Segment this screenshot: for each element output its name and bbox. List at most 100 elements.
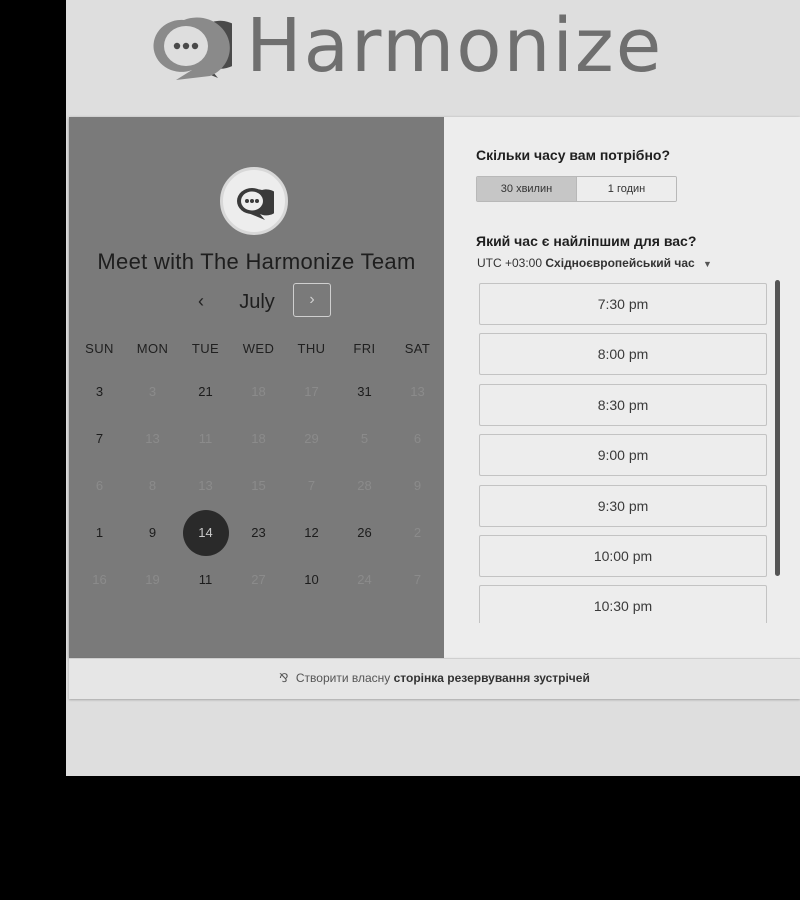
calendar-day[interactable]: 10 <box>285 556 338 603</box>
calendar-day-number: 3 <box>148 384 157 399</box>
calendar-day: 5 <box>338 415 391 462</box>
calendar-grid: 3 3 21 18 17 31 13 7 13 11 18 29 5 6 6 8 13 15 7 28 9 1 9 14 23 1… <box>73 368 444 603</box>
weekday-label: MON <box>136 341 169 356</box>
weekday-header: SUN MON TUE WED THU FRI SAT <box>73 341 444 356</box>
calendar-day[interactable]: 9 <box>126 509 179 556</box>
time-slot-button[interactable]: 7:30 pm <box>479 283 767 325</box>
calendar-day-number: 27 <box>251 572 266 587</box>
calendar-day: 8 <box>126 462 179 509</box>
calendar-week: 1 9 14 23 12 26 2 <box>73 509 444 556</box>
calendar-day-number: 9 <box>148 525 157 540</box>
calendar-day-number: 2 <box>413 525 422 540</box>
weekday-label: THU <box>297 341 326 356</box>
calendar-day: 19 <box>126 556 179 603</box>
caret-down-icon: ▼ <box>703 259 712 269</box>
calendar-day-number: 1 <box>95 525 104 540</box>
calendar-day: 24 <box>338 556 391 603</box>
calendar-day[interactable]: 26 <box>338 509 391 556</box>
calendar-day-number: 31 <box>357 384 372 399</box>
calendar-day-number: 11 <box>198 431 213 446</box>
calendar-day[interactable]: 11 <box>179 556 232 603</box>
calendar-week: 6 8 13 15 7 28 9 <box>73 462 444 509</box>
calendar-day-number: 7 <box>413 572 422 587</box>
footer-link[interactable]: сторінка резервування зустрічей <box>394 671 590 685</box>
calendar-day-number: 21 <box>198 384 213 399</box>
time-slot-button[interactable]: 10:30 pm <box>479 585 767 623</box>
weekday-label: FRI <box>353 341 376 356</box>
calendar-day[interactable]: 23 <box>232 509 285 556</box>
duration-question: Скільки часу вам потрібно? <box>476 147 671 163</box>
calendar-day: 6 <box>73 462 126 509</box>
calendar-week: 7 13 11 18 29 5 6 <box>73 415 444 462</box>
duration-30-min-button[interactable]: 30 хвилин <box>477 177 577 201</box>
calendar-day: 28 <box>338 462 391 509</box>
time-slot-button[interactable]: 8:30 pm <box>479 383 767 426</box>
calendar-day-number: 24 <box>357 572 372 587</box>
time-slot-list: 7:30 pm 8:00 pm 8:30 pm 9:00 pm 9:30 pm 10:00… <box>479 283 770 623</box>
calendar-day: 13 <box>391 368 444 415</box>
calendar-day-number: 26 <box>357 525 372 540</box>
booking-card: Meet with The Harmonize Team ‹ July › SU… <box>69 117 800 658</box>
footer-banner[interactable]: ⅋ Створити власну сторінка резервування … <box>69 658 800 699</box>
calendar-day-number: 18 <box>251 431 266 446</box>
calendar-day-number: 19 <box>145 572 160 587</box>
meeting-title: Meet with The Harmonize Team <box>97 249 416 274</box>
calendar-day[interactable]: 21 <box>179 368 232 415</box>
chat-bubbles-icon <box>150 6 247 86</box>
calendar-day: 13 <box>179 462 232 509</box>
calendar-day-number: 10 <box>304 572 319 587</box>
next-month-button[interactable]: › <box>293 283 331 317</box>
duration-toggle: 30 хвилин 1 годин <box>476 176 677 202</box>
calendar-day: 16 <box>73 556 126 603</box>
weekday-label: SUN <box>85 341 114 356</box>
calendar-day-number: 13 <box>410 384 425 399</box>
calendar-day-number: 16 <box>92 572 107 587</box>
duration-1-hour-button[interactable]: 1 годин <box>577 177 676 201</box>
prev-month-button[interactable]: ‹ <box>187 287 215 315</box>
calendar-day-selected[interactable]: 14 <box>179 509 232 556</box>
calendar-day: 11 <box>179 415 232 462</box>
calendar-day: 7 <box>391 556 444 603</box>
calendar-day[interactable]: 1 <box>73 509 126 556</box>
calendar-day-number: 23 <box>251 525 266 540</box>
calendar-day-number: 7 <box>95 431 104 446</box>
calendar-day: 15 <box>232 462 285 509</box>
calendar-day-number: 9 <box>413 478 422 493</box>
calendar-week: 3 3 21 18 17 31 13 <box>73 368 444 415</box>
calendar-day-number: 11 <box>198 572 213 587</box>
calendar-day-number: 13 <box>198 478 213 493</box>
calendar-day[interactable]: 7 <box>73 415 126 462</box>
calendar-day: 29 <box>285 415 338 462</box>
timezone-offset: UTC +03:00 <box>477 256 543 270</box>
calendar-day-number: 12 <box>304 525 319 540</box>
calendar-day[interactable]: 3 <box>73 368 126 415</box>
booking-page: Harmonize Meet with The Harmonize Team ‹… <box>66 0 800 776</box>
time-slot-button[interactable]: 9:30 pm <box>479 484 767 527</box>
brand-logo: Harmonize <box>150 6 663 86</box>
calendar-day-number: 15 <box>251 478 266 493</box>
time-slot-button[interactable]: 10:00 pm <box>479 534 767 577</box>
calendar-day: 17 <box>285 368 338 415</box>
timezone-selector[interactable]: UTC +03:00 Східноєвропейський час ▼ <box>477 256 712 270</box>
calendar-day-number: 7 <box>307 478 316 493</box>
calendar-day-number: 28 <box>357 478 372 493</box>
time-slot-button[interactable]: 9:00 pm <box>479 434 767 477</box>
calendar-day: 18 <box>232 415 285 462</box>
calendar-day: 27 <box>232 556 285 603</box>
calendar-day-number: 6 <box>95 478 104 493</box>
avatar <box>220 167 288 235</box>
month-label: July <box>239 291 275 313</box>
calendar-day-number: 14 <box>182 509 229 556</box>
calendar-day[interactable]: 31 <box>338 368 391 415</box>
calendar-day-number: 13 <box>145 431 160 446</box>
footer-prefix: Створити власну <box>295 671 391 685</box>
brand-name: Harmonize <box>246 3 664 89</box>
calendar-day: 7 <box>285 462 338 509</box>
time-question: Який час є найліпшим для вас? <box>476 233 697 249</box>
calendar-day: 13 <box>126 415 179 462</box>
calendar-week: 16 19 11 27 10 24 7 <box>73 556 444 603</box>
weekday-label: WED <box>242 341 275 356</box>
time-slot-button[interactable]: 8:00 pm <box>479 333 767 376</box>
slot-list-scrollbar[interactable] <box>775 280 780 576</box>
calendar-day[interactable]: 12 <box>285 509 338 556</box>
